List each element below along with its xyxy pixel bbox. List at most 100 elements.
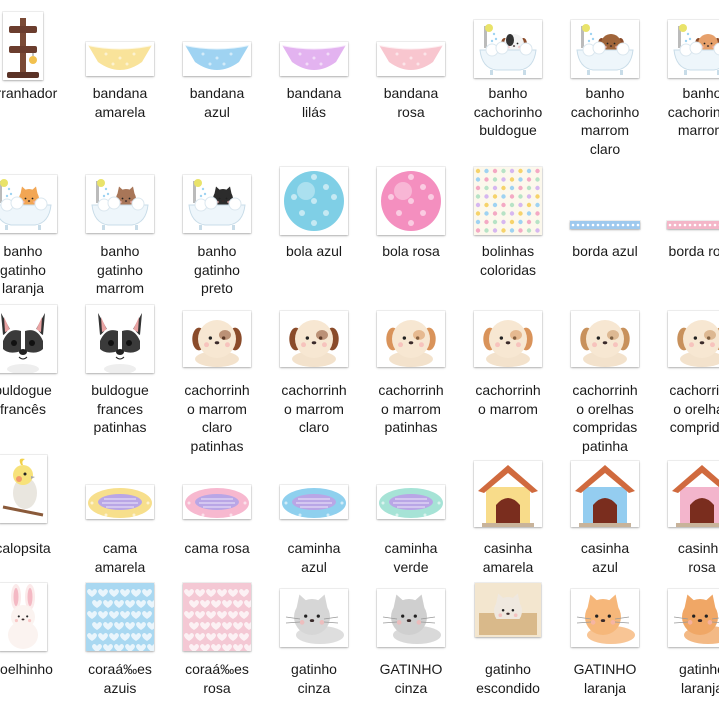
file-item[interactable]: cama amarela (72, 0, 168, 719)
file-item[interactable]: cachorrinh o orelhas compridas patinha (557, 0, 653, 719)
bulldog-icon (0, 305, 57, 373)
cockatiel-icon (0, 455, 47, 523)
file-item[interactable]: cama rosa (169, 0, 265, 719)
file-name-label: coraá‰es rosa (185, 661, 249, 696)
dots-pattern-icon (474, 167, 542, 235)
file-name-label: banho cachorinho buldogue (473, 85, 543, 138)
pet-bed-icon (280, 485, 348, 519)
file-item[interactable]: casinha azul (557, 0, 653, 719)
file-item[interactable]: gatinho laranja (654, 0, 719, 719)
file-item[interactable]: borda rosa (654, 0, 719, 719)
bandana-icon (377, 42, 445, 76)
file-name-label: cachorrinh o marrom claro (281, 382, 347, 435)
puppy-icon (571, 311, 639, 367)
file-item[interactable]: banho cachorinho marrom claro (557, 0, 653, 719)
cat-icon (280, 589, 348, 647)
file-name-label: banho gatinho laranja (0, 243, 46, 296)
file-item[interactable]: banho gatinho preto (169, 0, 265, 719)
bath-pet-icon (86, 175, 154, 233)
file-item[interactable]: casinha amarela (460, 0, 556, 719)
file-name-label: coraá‰es azuis (88, 661, 152, 696)
cat-icon (571, 589, 639, 647)
ball-icon (280, 167, 348, 235)
file-item[interactable]: buldogue francês (0, 0, 71, 719)
file-item[interactable]: cachorrinh o marrom claro patinhas (169, 0, 265, 719)
bath-pet-icon (183, 175, 251, 233)
bandana-icon (86, 42, 154, 76)
file-item[interactable]: caminha verde (363, 0, 459, 719)
puppy-icon (377, 311, 445, 367)
file-name-label: cama rosa (184, 540, 250, 556)
file-name-label: bandana rosa (383, 85, 439, 120)
file-item[interactable]: bandana amarela (72, 0, 168, 719)
file-item[interactable]: cachorrinh o marrom claro (266, 0, 362, 719)
border-strip-icon (570, 221, 640, 229)
file-name-label: cama amarela (94, 540, 146, 575)
file-item[interactable]: cachorrinh o orelhas compridas (654, 0, 719, 719)
file-item[interactable]: bolinhas coloridas (460, 0, 556, 719)
doghouse-icon (571, 461, 639, 527)
file-name-label: buldogue frances patinhas (91, 382, 149, 435)
doghouse-icon (474, 461, 542, 527)
cat-icon (377, 589, 445, 647)
file-item[interactable]: GATINHO laranja (557, 0, 653, 719)
file-name-label: casinha azul (580, 540, 630, 575)
file-name-label: gatinho escondido (476, 661, 540, 696)
file-item[interactable]: casinha rosa (654, 0, 719, 719)
bath-pet-icon (668, 20, 719, 78)
cat-icon (668, 589, 719, 647)
file-item[interactable]: bola azul (266, 0, 362, 719)
file-name-label: banho cachorinho marrom (667, 85, 719, 138)
file-item[interactable]: caminha azul (266, 0, 362, 719)
file-name-label: banho gatinho preto (194, 243, 240, 296)
file-name-label: cachorrinh o marrom (475, 382, 541, 417)
file-item[interactable]: gatinho cinza (266, 0, 362, 719)
file-item[interactable]: bandana azul (169, 0, 265, 719)
file-item[interactable]: bola rosa (363, 0, 459, 719)
file-name-label: cachorrinh o orelhas compridas patinha (572, 382, 638, 454)
ball-icon (377, 167, 445, 235)
file-name-label: arranhador (0, 85, 58, 101)
bath-pet-icon (474, 20, 542, 78)
puppy-icon (183, 311, 251, 367)
file-item[interactable]: cachorrinh o marrom (460, 0, 556, 719)
file-name-label: gatinho cinza (291, 661, 337, 696)
file-item[interactable]: bandana lilás (266, 0, 362, 719)
file-name-label: banho cachorinho marrom claro (570, 85, 640, 157)
file-name-label: coelhinho (0, 661, 53, 677)
file-item[interactable]: coraá‰es rosa (169, 0, 265, 719)
file-item[interactable]: borda azul (557, 0, 653, 719)
scratching-post-icon (3, 12, 43, 80)
puppy-icon (280, 311, 348, 367)
puppy-icon (474, 311, 542, 367)
bandana-icon (183, 42, 251, 76)
file-name-label: cachorrinh o orelhas compridas (669, 382, 719, 435)
file-item[interactable]: banho cachorinho marrom (654, 0, 719, 719)
puppy-icon (668, 311, 719, 367)
bandana-icon (280, 42, 348, 76)
file-item[interactable]: gatinho escondido (460, 0, 556, 719)
file-item[interactable]: arranhador (0, 0, 71, 719)
file-name-label: bola rosa (382, 243, 440, 259)
file-item[interactable]: calopsita (0, 0, 71, 719)
file-item[interactable]: buldogue frances patinhas (72, 0, 168, 719)
file-item[interactable]: banho gatinho marrom (72, 0, 168, 719)
file-item[interactable]: banho cachorinho buldogue (460, 0, 556, 719)
file-name-label: bandana lilás (286, 85, 342, 120)
file-name-label: caminha azul (287, 540, 341, 575)
bulldog-icon (86, 305, 154, 373)
file-name-label: borda azul (572, 243, 638, 259)
file-item[interactable]: coraá‰es azuis (72, 0, 168, 719)
file-name-label: caminha verde (384, 540, 438, 575)
border-strip-icon (667, 221, 719, 229)
file-name-label: bandana azul (189, 85, 245, 120)
file-item[interactable]: cachorrinh o marrom patinhas (363, 0, 459, 719)
bath-pet-icon (0, 175, 57, 233)
file-item[interactable]: coelhinho (0, 0, 71, 719)
file-name-label: casinha rosa (677, 540, 719, 575)
hearts-pattern-icon (183, 583, 251, 651)
file-item[interactable]: bandana rosa (363, 0, 459, 719)
file-name-label: gatinho laranja (679, 661, 719, 696)
file-item[interactable]: GATINHO cinza (363, 0, 459, 719)
file-item[interactable]: banho gatinho laranja (0, 0, 71, 719)
